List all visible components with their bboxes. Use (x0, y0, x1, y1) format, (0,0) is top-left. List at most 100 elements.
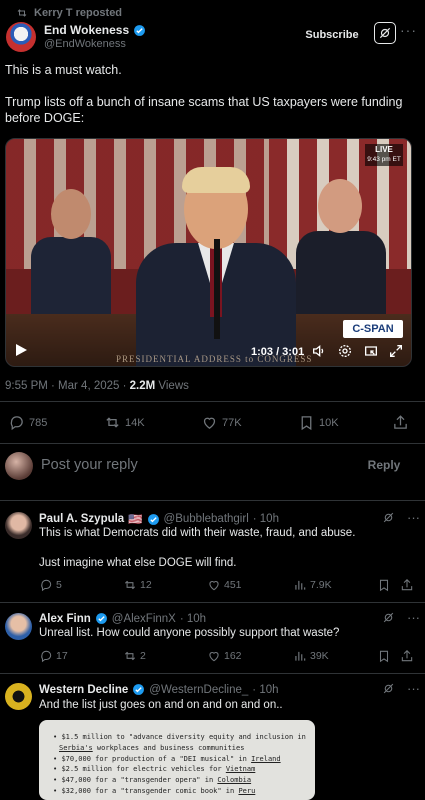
post-body: This is a must watch. Trump lists off a … (5, 62, 420, 142)
bookmark-count: 10K (319, 416, 339, 429)
more-options-icon[interactable]: ··· (407, 681, 420, 696)
author-handle[interactable]: @EndWokeness (44, 37, 146, 51)
picture-in-picture-icon[interactable] (363, 343, 379, 359)
list-item: Serbia's workplaces and business communi… (59, 743, 245, 752)
fullscreen-icon[interactable] (388, 343, 404, 359)
live-time: 9:43 pm ET (367, 156, 401, 163)
reply-reply-action[interactable]: 17 (39, 649, 68, 663)
reply-text: Unreal list. How could anyone possibly s… (39, 627, 340, 639)
repost-count: 2 (140, 650, 146, 662)
divider (0, 500, 425, 501)
author-name-row[interactable]: End Wokeness (44, 23, 146, 37)
divider (0, 443, 425, 444)
live-label: LIVE (375, 145, 393, 154)
volume-icon[interactable] (311, 343, 327, 359)
analytics-icon (295, 651, 306, 661)
reply-reply-action[interactable]: 5 (39, 578, 62, 592)
more-options-icon[interactable]: ··· (407, 510, 420, 525)
bookmark-icon[interactable] (377, 649, 391, 663)
reply-author-handle[interactable]: @AlexFinnX (112, 613, 176, 625)
list-item: $32,000 for a "transgender comic book" i… (53, 786, 315, 797)
reply-attached-image[interactable]: $1.5 million to "advance diversity equit… (39, 720, 315, 800)
share-icon[interactable] (400, 649, 414, 663)
reply-icon (41, 650, 52, 663)
post-timestamp[interactable]: 9:55 PM · Mar 4, 2025 · 2.2M Views (5, 380, 189, 392)
analytics-icon (295, 580, 306, 590)
share-icon (394, 415, 407, 429)
current-user-avatar[interactable] (5, 452, 33, 480)
reply-time: · 10h (179, 612, 207, 625)
bookmark-action[interactable]: 10K (298, 414, 339, 431)
views-count: 7.9K (310, 579, 332, 591)
share-action[interactable] (392, 414, 409, 431)
post-header: End Wokeness @EndWokeness Subscribe ··· (4, 18, 421, 56)
reply-author-handle[interactable]: @Bubblebathgirl (164, 513, 249, 525)
reply-composer: Post your reply Reply (0, 446, 425, 486)
reply-action[interactable]: 785 (8, 414, 47, 431)
subscribe-button[interactable]: Subscribe (296, 23, 368, 47)
grok-icon[interactable] (382, 682, 395, 695)
reply-repost-action[interactable]: 12 (123, 578, 152, 592)
play-icon[interactable] (16, 344, 27, 356)
grok-icon[interactable] (382, 611, 395, 624)
like-count: 77K (222, 416, 242, 429)
video-time: 1:03 / 3:01 (251, 346, 305, 358)
reply-avatar[interactable] (5, 512, 32, 539)
more-options-icon[interactable]: ··· (400, 22, 417, 38)
spending-list: $1.5 million to "advance diversity equit… (39, 720, 315, 797)
reply-time: · 10h (252, 513, 279, 525)
grok-button[interactable] (374, 22, 396, 44)
divider (0, 401, 425, 402)
reply-avatar[interactable] (5, 683, 32, 710)
reply-text: This is what Democrats did with their wa… (39, 527, 356, 539)
repost-action[interactable]: 14K (104, 414, 145, 431)
post-text-line-1: This is a must watch. (5, 63, 122, 77)
reply-author-name[interactable]: Western Decline (39, 684, 128, 696)
reply-stats: 5 12 451 7.9K (39, 578, 419, 594)
reply-views-action[interactable]: 7.9K (293, 578, 332, 592)
reply-text: And the list just goes on and on and on … (39, 699, 283, 711)
reply-icon (10, 416, 23, 431)
like-count: 451 (224, 579, 242, 591)
post-text-line-2: Trump lists off a bunch of insane scams … (5, 95, 403, 125)
video-controls: 1:03 / 3:01 (6, 341, 411, 366)
video-microphone (214, 239, 220, 339)
reply-author-name[interactable]: Paul A. Szypula (39, 513, 124, 525)
bookmark-icon[interactable] (377, 578, 391, 592)
video-person-left (31, 189, 111, 329)
views-count: 39K (310, 650, 329, 662)
settings-gear-icon[interactable] (337, 343, 353, 359)
grok-icon[interactable] (382, 511, 395, 524)
reply-avatar[interactable] (5, 613, 32, 640)
reply-like-action[interactable]: 451 (207, 578, 242, 592)
author-avatar[interactable] (6, 22, 36, 52)
like-count: 162 (224, 650, 242, 662)
more-options-icon[interactable]: ··· (407, 610, 420, 625)
reply-repost-action[interactable]: 2 (123, 649, 146, 663)
reply-time: · 10h (252, 683, 279, 696)
repost-count: 14K (125, 416, 145, 429)
share-icon[interactable] (400, 578, 414, 592)
like-action[interactable]: 77K (201, 414, 242, 431)
reply-input[interactable]: Post your reply (41, 457, 138, 473)
reply-views-action[interactable]: 39K (293, 649, 329, 663)
verified-icon (133, 684, 145, 695)
verified-icon (147, 513, 159, 525)
reply-like-action[interactable]: 162 (207, 649, 242, 663)
repost-icon (124, 651, 136, 661)
live-badge: LIVE 9:43 pm ET (365, 144, 403, 166)
reply-button[interactable]: Reply (356, 452, 412, 478)
reply-author-name[interactable]: Alex Finn (39, 613, 91, 625)
reply-author-handle[interactable]: @WesternDecline_ (149, 684, 248, 696)
list-item: $1.5 million to "advance diversity equit… (53, 732, 315, 743)
divider (0, 602, 425, 603)
reply-stats: 17 2 162 39K (39, 649, 419, 665)
repost-count: 12 (140, 579, 152, 591)
repost-icon (106, 417, 119, 428)
network-logo: C-SPAN (343, 320, 403, 338)
reply-count: 17 (56, 650, 68, 662)
video-player[interactable]: LIVE 9:43 pm ET C-SPAN PRESIDENTIAL ADDR… (5, 138, 412, 367)
author-name[interactable]: End Wokeness (44, 23, 129, 37)
post-views-count: 2.2M (129, 380, 156, 392)
post-views-label: Views (155, 380, 189, 392)
